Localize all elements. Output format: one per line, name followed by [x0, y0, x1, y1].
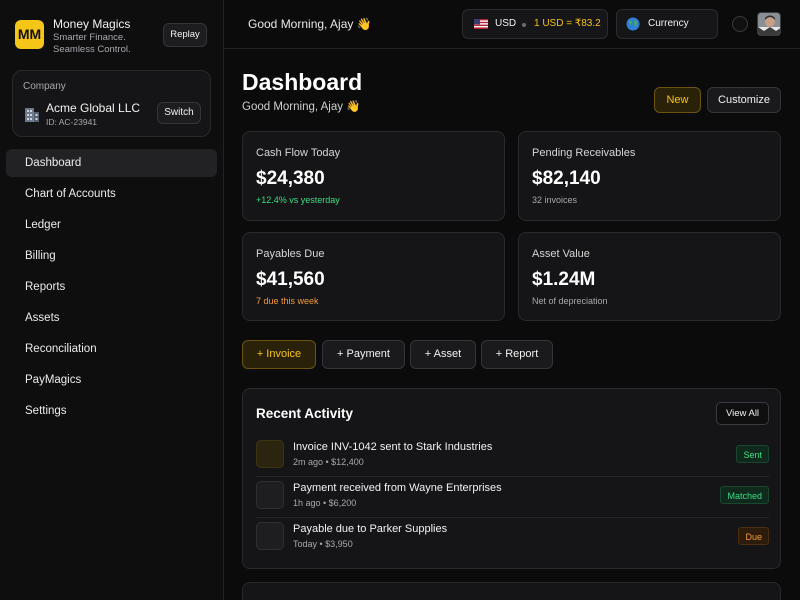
exchange-rate-pill[interactable]: USD 1 USD = ₹83.2 — [462, 9, 608, 39]
stat-label: Payables Due — [256, 248, 325, 260]
activity-row[interactable]: Payable due to Parker Supplies Today • $… — [256, 519, 769, 559]
currency-button[interactable]: Currency — [616, 9, 718, 39]
activity-item-meta: Today • $3,950 — [293, 539, 353, 549]
company-name: Acme Global LLC — [46, 101, 141, 115]
activity-item-title: Payment received from Wayne Enterprises — [293, 482, 502, 494]
invoice-icon — [256, 440, 284, 468]
stat-label: Asset Value — [532, 248, 590, 260]
stat-card-asset-value[interactable]: Asset Value $1.24M Net of depreciation — [518, 232, 781, 321]
customize-button[interactable]: Customize — [707, 87, 781, 113]
recent-activity-panel: Recent Activity View All Invoice INV-104… — [242, 388, 781, 569]
payable-icon — [256, 522, 284, 550]
add-payment-button[interactable]: + Payment — [322, 340, 405, 369]
company-id: ID: AC-23941 — [46, 117, 98, 127]
sidebar-item-paymagics[interactable]: PayMagics — [6, 366, 217, 394]
sidebar-item-assets[interactable]: Assets — [6, 304, 217, 332]
stat-label: Pending Receivables — [532, 147, 636, 159]
sidebar-item-reports[interactable]: Reports — [6, 273, 217, 301]
new-button[interactable]: New — [654, 87, 701, 113]
theme-toggle[interactable] — [732, 16, 748, 32]
sidebar-nav: Dashboard Chart of Accounts Ledger Billi… — [6, 149, 217, 428]
separator-dot — [522, 23, 526, 27]
exchange-rate: 1 USD = ₹83.2 — [534, 18, 601, 29]
activity-title: Recent Activity — [256, 406, 354, 421]
top-bar: Good Morning, Ajay 👋 USD 1 USD = ₹83.2 C… — [224, 0, 800, 49]
activity-item-meta: 1h ago • $6,200 — [293, 498, 357, 508]
status-badge: Matched — [720, 486, 769, 504]
sidebar-item-ledger[interactable]: Ledger — [6, 211, 217, 239]
activity-item-title: Payable due to Parker Supplies — [293, 523, 448, 535]
add-report-button[interactable]: + Report — [481, 340, 553, 369]
avatar[interactable] — [757, 12, 781, 36]
stat-value: $24,380 — [256, 168, 325, 189]
payment-icon — [256, 481, 284, 509]
switch-company-button[interactable]: Switch — [157, 102, 201, 124]
globe-icon — [626, 17, 640, 31]
activity-row[interactable]: Invoice INV-1042 sent to Stark Industrie… — [256, 437, 769, 477]
company-label: Company — [23, 81, 66, 92]
sidebar-item-billing[interactable]: Billing — [6, 242, 217, 270]
page-title: Dashboard — [242, 69, 363, 95]
user-avatar-icon — [758, 13, 780, 35]
stat-label: Cash Flow Today — [256, 147, 341, 159]
sidebar: MM Money Magics Smarter Finance. Seamles… — [0, 0, 224, 600]
page-subtitle: Good Morning, Ajay 👋 — [242, 101, 361, 113]
sidebar-item-settings[interactable]: Settings — [6, 397, 217, 425]
brand-logo: MM — [15, 20, 44, 49]
activity-row[interactable]: Payment received from Wayne Enterprises … — [256, 478, 769, 518]
building-icon — [25, 108, 39, 122]
company-card: Company Acme Global LLC ID: AC-23941 Swi… — [12, 70, 211, 137]
stat-card-cash-flow[interactable]: Cash Flow Today $24,380 +12.4% vs yester… — [242, 131, 505, 221]
brand: MM Money Magics Smarter Finance. Seamles… — [15, 16, 215, 56]
stat-value: $1.24M — [532, 269, 596, 290]
stat-card-payables-due[interactable]: Payables Due $41,560 7 due this week — [242, 232, 505, 321]
currency-code: USD — [495, 18, 517, 29]
stat-note: +12.4% vs yesterday — [256, 195, 340, 205]
currency-label: Currency — [648, 18, 689, 29]
add-asset-button[interactable]: + Asset — [410, 340, 476, 369]
next-panel — [242, 582, 781, 600]
stat-card-pending-receivables[interactable]: Pending Receivables $82,140 32 invoices — [518, 131, 781, 221]
stat-note: 32 invoices — [532, 195, 578, 205]
top-greeting: Good Morning, Ajay 👋 — [248, 17, 372, 31]
us-flag-icon — [474, 19, 488, 29]
brand-name: Money Magics — [53, 17, 131, 31]
sidebar-item-reconciliation[interactable]: Reconciliation — [6, 335, 217, 363]
status-badge: Due — [738, 527, 769, 545]
activity-item-title: Invoice INV-1042 sent to Stark Industrie… — [293, 441, 493, 453]
stat-note: 7 due this week — [256, 296, 319, 306]
sidebar-item-dashboard[interactable]: Dashboard — [6, 149, 217, 177]
status-badge: Sent — [736, 445, 769, 463]
stat-value: $82,140 — [532, 168, 601, 189]
replay-button[interactable]: Replay — [163, 23, 207, 47]
activity-item-meta: 2m ago • $12,400 — [293, 457, 364, 467]
view-all-button[interactable]: View All — [716, 402, 769, 425]
stat-note: Net of depreciation — [532, 296, 608, 306]
add-invoice-button[interactable]: + Invoice — [242, 340, 316, 369]
brand-tagline: Smarter Finance. Seamless Control. — [53, 32, 131, 55]
sidebar-item-chart-of-accounts[interactable]: Chart of Accounts — [6, 180, 217, 208]
stat-value: $41,560 — [256, 269, 325, 290]
main-content: Dashboard Good Morning, Ajay 👋 New Custo… — [224, 50, 800, 600]
